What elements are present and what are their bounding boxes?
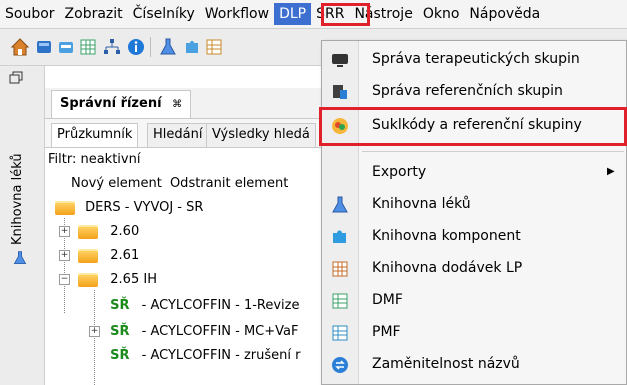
menu-item-label: Knihovna dodávek LP bbox=[372, 260, 523, 276]
info-icon[interactable] bbox=[126, 37, 146, 57]
sidebar-tab-label: Knihovna léků bbox=[10, 153, 25, 245]
sr-badge: SŘ bbox=[110, 324, 130, 339]
menu-item-label: PMF bbox=[372, 324, 401, 340]
tree-node-label: 2.61 bbox=[110, 248, 140, 263]
suklkody-highlight bbox=[319, 107, 627, 146]
tab-vysledky-hledani[interactable]: Výsledky hledá bbox=[206, 123, 316, 147]
tree-leaf-label: - ACYLCOFFIN - 1-Revize bbox=[141, 298, 300, 313]
menu-item-knihovna-komponent[interactable]: Knihovna komponent bbox=[322, 222, 626, 252]
menu-item-label: Knihovna léků bbox=[372, 196, 471, 212]
menu-item-label: Správa terapeutických skupin bbox=[372, 51, 580, 67]
table-icon bbox=[332, 293, 348, 309]
table-icon[interactable] bbox=[204, 37, 224, 57]
panel-subtabs: Průzkumník Hledání Výsledky hledá bbox=[45, 119, 345, 148]
expand-icon[interactable]: + bbox=[89, 326, 100, 337]
tree-leaf-label: - ACYLCOFFIN - zrušení r bbox=[141, 348, 301, 363]
menu-item-knihovna-leku[interactable]: Knihovna léků bbox=[322, 190, 626, 220]
panel-tab-bar: Správní řízení ⌘ bbox=[45, 88, 345, 119]
home-icon[interactable] bbox=[10, 37, 30, 57]
tree-node[interactable]: + 2.61 bbox=[59, 248, 139, 263]
menu-okno[interactable]: Okno bbox=[418, 3, 465, 25]
tree-leaf-label: - ACYLCOFFIN - MC+VaF bbox=[141, 324, 299, 339]
panel-title: Správní řízení bbox=[60, 96, 162, 111]
panel-actions: Nový element Odstranit element bbox=[71, 176, 288, 191]
new-element-button[interactable]: Nový element bbox=[71, 176, 162, 191]
menu-item-label: Knihovna komponent bbox=[372, 228, 521, 244]
close-icon[interactable]: ⌘ bbox=[172, 99, 182, 110]
expand-icon[interactable]: + bbox=[59, 226, 70, 237]
menu-napoveda[interactable]: Nápověda bbox=[464, 3, 545, 25]
tree-node[interactable]: + 2.60 bbox=[59, 224, 139, 239]
menu-item-sprava-terapeutickych[interactable]: Správa terapeutických skupin bbox=[322, 45, 626, 75]
tree-leaf[interactable]: + SŘ - ACYLCOFFIN - MC+VaF bbox=[89, 324, 298, 339]
menu-separator bbox=[362, 151, 624, 152]
tree-icon[interactable] bbox=[102, 37, 122, 57]
tab-pruzkumnik[interactable]: Průzkumník bbox=[51, 123, 139, 147]
swap-icon bbox=[332, 357, 348, 373]
spravni-rizeni-panel: Správní řízení ⌘ Průzkumník Hledání Výsl… bbox=[45, 66, 345, 385]
tree-node[interactable]: − 2.65 IH bbox=[59, 272, 157, 287]
tree-root-label: DERS - VYVOJ - SR bbox=[85, 200, 204, 215]
menu-dlp[interactable]: DLP bbox=[274, 3, 312, 25]
grid-icon bbox=[332, 261, 348, 277]
tab-spravni-rizeni[interactable]: Správní řízení ⌘ bbox=[51, 90, 191, 118]
sr-badge: SŘ bbox=[110, 298, 130, 313]
tab-hledani[interactable]: Hledání bbox=[147, 123, 209, 147]
tree-node-label: 2.65 IH bbox=[110, 272, 157, 287]
collapse-icon[interactable]: − bbox=[59, 274, 70, 285]
tree-leaf[interactable]: SŘ - ACYLCOFFIN - zrušení r bbox=[89, 348, 300, 363]
tree-leaf[interactable]: SŘ - ACYLCOFFIN - 1-Revize bbox=[89, 298, 300, 313]
folder-icon bbox=[78, 272, 99, 287]
tree-node-label: 2.60 bbox=[110, 224, 140, 239]
menu-item-zamenitelnost[interactable]: Zaměnitelnost názvů bbox=[322, 350, 626, 380]
monitor-icon bbox=[332, 54, 348, 67]
dlp-menu-highlight bbox=[321, 3, 370, 26]
puzzle-icon bbox=[333, 230, 346, 243]
server-icon bbox=[333, 85, 347, 99]
dlp-dropdown-menu: Správa terapeutických skupin Správa refe… bbox=[321, 40, 627, 385]
menu-item-knihovna-dodavek[interactable]: Knihovna dodávek LP bbox=[322, 254, 626, 284]
menu-soubor[interactable]: Soubor bbox=[0, 3, 60, 25]
flask-icon bbox=[332, 196, 348, 213]
menu-item-dmf[interactable]: DMF bbox=[322, 286, 626, 316]
restore-icon[interactable] bbox=[9, 71, 23, 85]
folder-icon bbox=[55, 200, 75, 215]
grid-icon[interactable] bbox=[78, 37, 98, 57]
menu-ciselniky[interactable]: Číselníky bbox=[128, 3, 200, 25]
puzzle-icon[interactable] bbox=[182, 37, 202, 57]
flask-icon[interactable] bbox=[12, 250, 28, 266]
menu-item-label: Správa referenčních skupin bbox=[372, 83, 563, 99]
menu-item-pmf[interactable]: PMF bbox=[322, 318, 626, 348]
menu-item-sprava-referencnich[interactable]: Správa referenčních skupin bbox=[322, 77, 626, 107]
toolbar-separator bbox=[150, 37, 151, 57]
menu-zobrazit[interactable]: Zobrazit bbox=[60, 3, 128, 25]
tree-root[interactable]: DERS - VYVOJ - SR bbox=[55, 200, 203, 215]
sr-badge: SŘ bbox=[110, 348, 130, 363]
folder-icon bbox=[78, 224, 99, 239]
table-icon bbox=[332, 325, 348, 341]
sidebar-tab-knihovna[interactable]: Knihovna léků bbox=[8, 95, 30, 245]
menu-item-label: Exporty bbox=[372, 164, 427, 180]
flask-icon[interactable] bbox=[158, 37, 178, 57]
folder-icon bbox=[78, 248, 99, 263]
book-icon[interactable] bbox=[34, 37, 54, 57]
menubar: Soubor Zobrazit Číselníky Workflow DLP S… bbox=[0, 0, 627, 29]
books-icon[interactable] bbox=[56, 37, 76, 57]
submenu-arrow-icon: ▶ bbox=[607, 166, 615, 177]
filter-label: Filtr: neaktivní bbox=[48, 152, 141, 167]
expand-icon[interactable]: + bbox=[59, 250, 70, 261]
delete-element-button[interactable]: Odstranit element bbox=[170, 176, 288, 191]
menu-item-label: Zaměnitelnost názvů bbox=[372, 356, 520, 372]
menu-workflow[interactable]: Workflow bbox=[200, 3, 274, 25]
menu-item-exporty[interactable]: Exporty ▶ bbox=[322, 158, 626, 188]
menu-item-label: DMF bbox=[372, 292, 403, 308]
